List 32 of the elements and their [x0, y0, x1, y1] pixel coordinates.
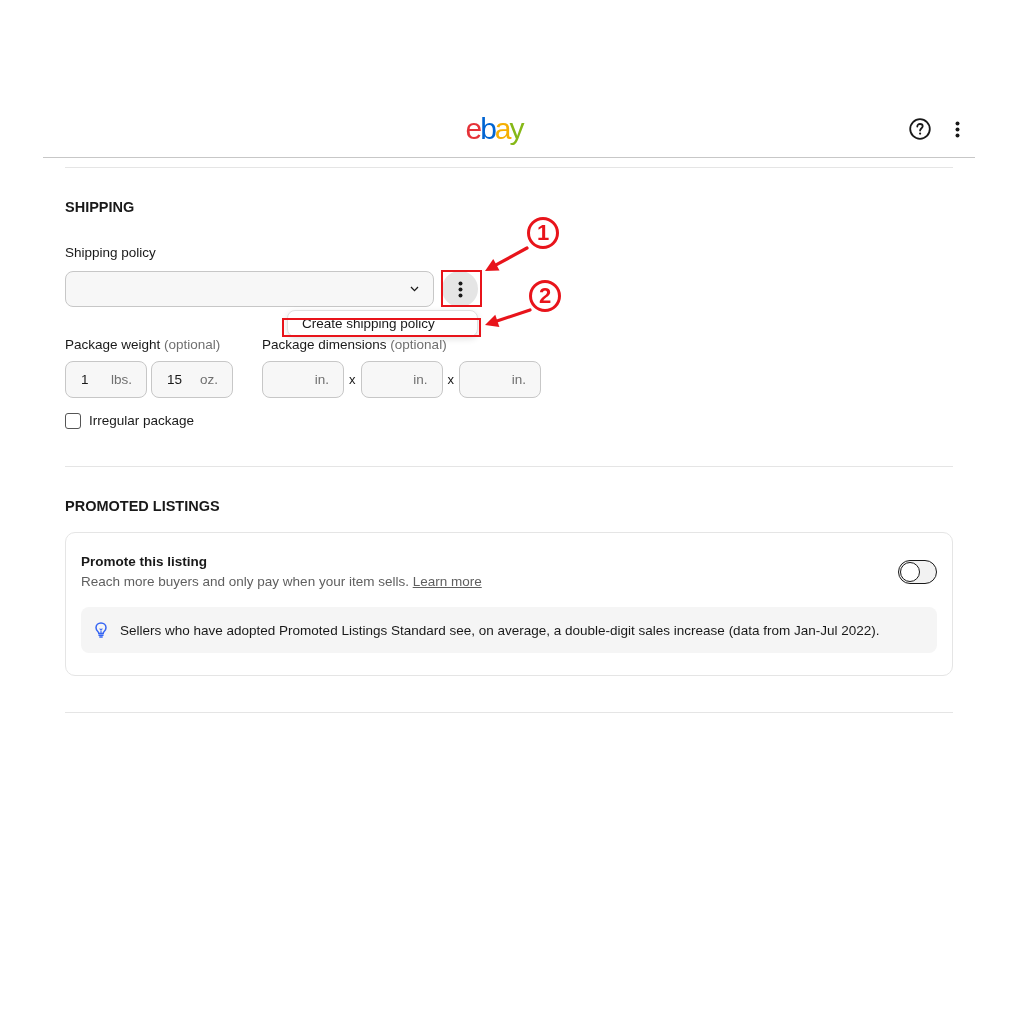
step-number: 2 — [529, 280, 561, 312]
tip-text: Sellers who have adopted Promoted Listings Standard see, on average, a double-digit sales increase (data from Jan-Jul 2022). — [120, 622, 880, 638]
field-label: Package weight (optional) — [65, 337, 221, 353]
lightbulb-icon — [95, 622, 107, 638]
checkbox-label: Irregular package — [89, 413, 195, 429]
field-label: Package dimensions (optional) — [262, 337, 447, 353]
pointer-arrow — [485, 246, 529, 271]
weight-field[interactable]: 15 oz. — [151, 361, 233, 398]
checkbox[interactable] — [65, 413, 81, 429]
card-title: Promote this listing — [81, 554, 207, 570]
dimension-field[interactable]: in. — [459, 361, 541, 398]
highlight-frame — [441, 270, 482, 307]
dimension-field[interactable]: in. — [262, 361, 344, 398]
pointer-arrow — [485, 308, 532, 328]
field-label: Shipping policy — [65, 245, 156, 261]
separator-text: x — [447, 372, 454, 387]
section-heading: SHIPPING — [65, 198, 135, 216]
help-icon — [909, 118, 931, 140]
card-description: Reach more buyers and only pay when your item sells. Learn more — [81, 574, 482, 590]
dimension-field[interactable]: in. — [360, 361, 443, 398]
step-number: 1 — [527, 217, 559, 249]
weight-field[interactable]: 1 lbs. — [65, 361, 147, 398]
learn-more-link[interactable]: Learn more — [412, 574, 482, 589]
kebab-icon — [457, 280, 463, 298]
separator-text: x — [349, 372, 356, 387]
help-button[interactable] — [908, 117, 932, 141]
section-heading: PROMOTED LISTINGS — [65, 497, 220, 515]
logo: ebay — [465, 111, 523, 147]
menu-item[interactable]: Create shipping policy — [302, 316, 435, 331]
chevron-down-icon — [410, 286, 419, 292]
kebab-icon — [954, 120, 960, 138]
toggle-switch[interactable] — [898, 560, 937, 584]
